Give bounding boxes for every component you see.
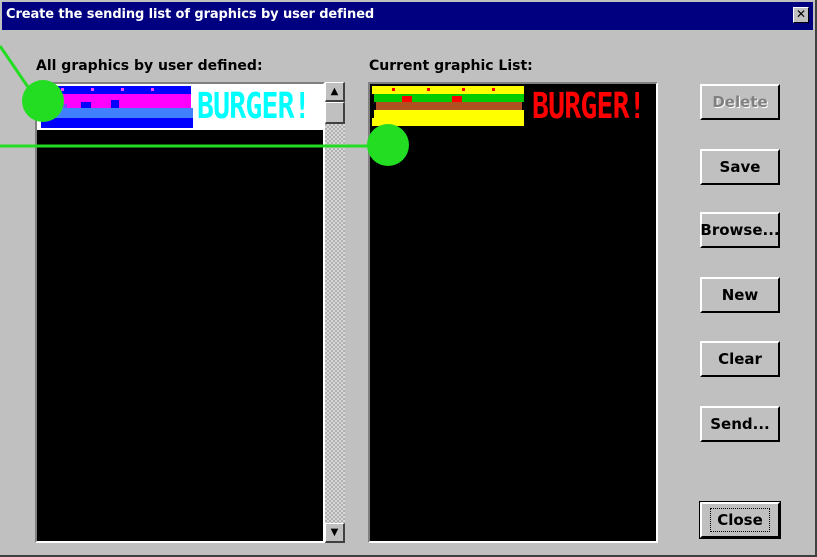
window-title: Create the sending list of graphics by u… [6,7,375,22]
scroll-down-arrow-icon[interactable]: ▼ [325,523,345,543]
callout-marker [22,80,64,122]
all-graphics-listbox[interactable]: BURGER! [35,82,325,543]
list-item[interactable]: BURGER! [370,84,656,130]
close-button-label: Close [710,508,770,532]
callout-marker [367,124,409,166]
dialog-window: Create the sending list of graphics by u… [0,0,817,557]
vertical-scrollbar[interactable]: ▲ ▼ [325,82,345,543]
close-button[interactable]: Close [699,501,781,539]
browse-button[interactable]: Browse... [700,212,780,248]
delete-button[interactable]: Delete [700,84,780,120]
scroll-up-arrow-icon[interactable]: ▲ [325,82,345,102]
burger-graphic-icon [41,86,193,128]
title-bar[interactable]: Create the sending list of graphics by u… [2,2,813,30]
save-button[interactable]: Save [700,149,780,185]
scrollbar-thumb[interactable] [325,102,345,124]
current-graphic-list-label: Current graphic List: [369,58,533,74]
clear-button[interactable]: Clear [700,341,780,377]
list-item[interactable]: BURGER! [37,84,323,130]
burger-text: BURGER! [532,86,646,127]
all-graphics-label: All graphics by user defined: [36,58,263,74]
burger-text: BURGER! [197,86,311,127]
close-window-icon[interactable]: ✕ [793,7,809,23]
new-button[interactable]: New [700,277,780,313]
current-graphic-listbox[interactable]: BURGER! [368,82,658,543]
burger-graphic-icon [372,86,524,126]
send-button[interactable]: Send... [700,406,780,442]
